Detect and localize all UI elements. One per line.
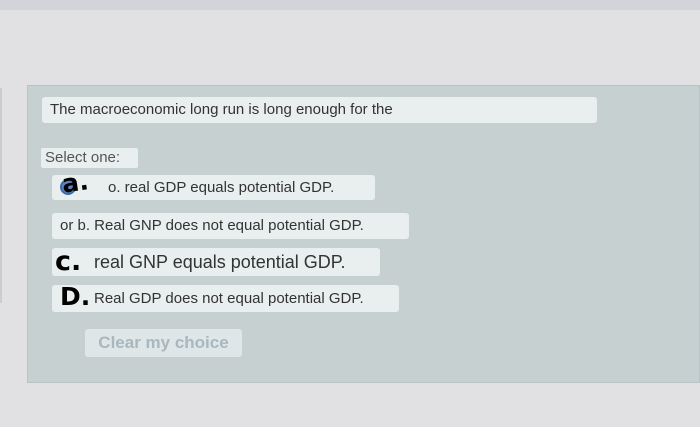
left-border-mark: [0, 88, 2, 303]
answer-option-d[interactable]: Real GDP does not equal potential GDP.: [52, 285, 399, 312]
select-one-label: Select one:: [41, 148, 138, 168]
option-a-label: o. real GDP equals potential GDP.: [108, 179, 335, 196]
question-text: The macroeconomic long run is long enoug…: [42, 97, 597, 123]
answer-option-c[interactable]: real GNP equals potential GDP.: [52, 248, 380, 276]
option-b-label: or b. Real GNP does not equal potential …: [60, 217, 364, 234]
handwritten-a-mark: a.: [60, 166, 91, 199]
handwritten-c-mark: c.: [55, 246, 82, 277]
option-d-label: Real GDP does not equal potential GDP.: [94, 290, 364, 307]
handwritten-d-mark: D.: [60, 282, 91, 311]
answer-option-a[interactable]: o. real GDP equals potential GDP.: [52, 175, 375, 200]
answer-option-b[interactable]: or b. Real GNP does not equal potential …: [52, 213, 409, 239]
option-c-label: real GNP equals potential GDP.: [94, 252, 346, 272]
top-band: [0, 0, 700, 10]
clear-choice-link[interactable]: Clear my choice: [85, 329, 242, 357]
